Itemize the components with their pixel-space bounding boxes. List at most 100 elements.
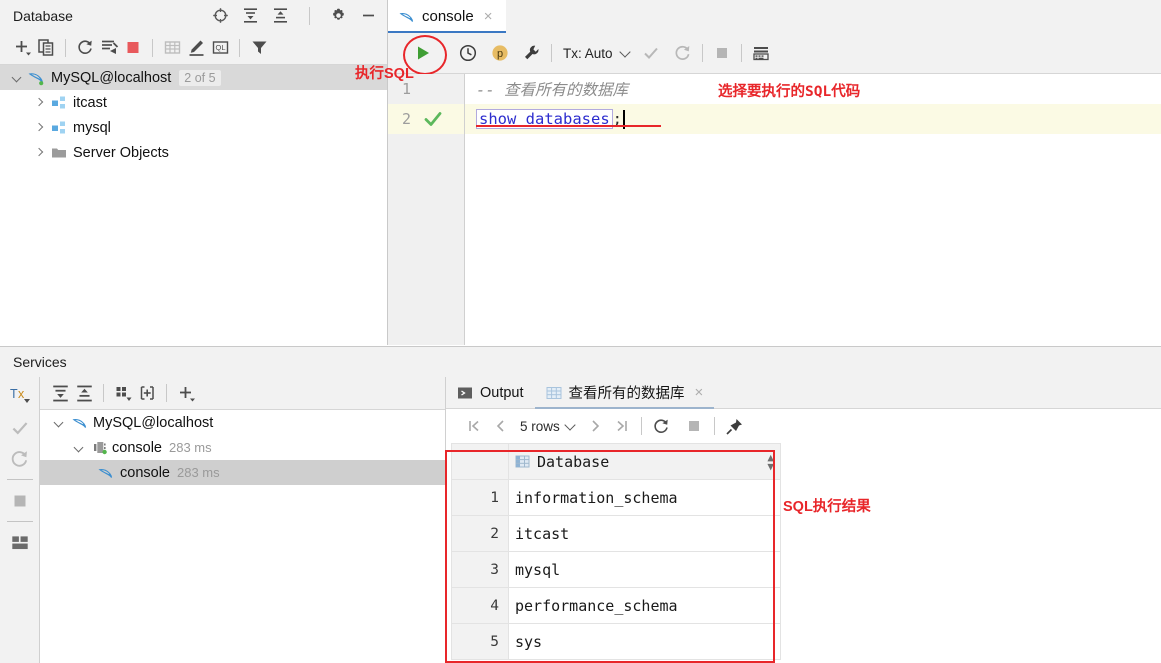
row-index: 2 [451, 515, 509, 552]
table-icon[interactable] [160, 36, 184, 60]
history-clock-icon[interactable] [456, 41, 480, 65]
profile-p-icon[interactable]: p [488, 41, 512, 65]
filter-icon[interactable] [247, 36, 271, 60]
service-node-mysql-localhost[interactable]: MySQL@localhost [40, 410, 445, 435]
pin-icon[interactable] [722, 413, 748, 439]
row-value[interactable]: itcast [508, 515, 781, 552]
last-page-icon [608, 413, 634, 439]
row-value[interactable]: performance_schema [508, 587, 781, 624]
tree-node-mysql[interactable]: mysql [0, 115, 387, 140]
chevron-right-icon[interactable] [32, 121, 46, 135]
close-icon[interactable]: × [484, 8, 493, 25]
services-panel-title: Services [13, 354, 67, 370]
tab-console[interactable]: console × [388, 0, 506, 33]
editor-divider-2 [701, 44, 703, 62]
row-value[interactable]: information_schema [508, 479, 781, 516]
add-plus-icon[interactable] [174, 381, 198, 405]
close-icon[interactable]: × [695, 384, 704, 401]
check-green-icon[interactable] [423, 109, 443, 129]
tx-dropdown-icon[interactable]: Tx [4, 381, 36, 412]
first-page-icon [462, 413, 488, 439]
service-node-console-query[interactable]: console 283 ms [40, 460, 445, 485]
tab-query-result[interactable]: 查看所有的数据库 × [534, 377, 715, 409]
code-line-2[interactable]: show databases; 选择要执行的SQL代码 [465, 84, 1161, 134]
chevron-right-icon[interactable] [32, 146, 46, 160]
table-row[interactable]: 2 itcast [451, 515, 781, 552]
grid-column-header-database[interactable]: Database ▲ ▼ [508, 443, 781, 480]
chevron-down-icon[interactable] [52, 416, 66, 430]
collapse-all-icon[interactable] [272, 7, 289, 24]
add-plus-icon[interactable] [10, 36, 34, 60]
database-tree[interactable]: MySQL@localhost 2 of 5 itcast mysql Serv… [0, 65, 387, 345]
grid-body[interactable]: 1 information_schema 2 itcast 3 mysql 4 … [451, 479, 781, 660]
data-editor-icon[interactable] [749, 41, 773, 65]
add-frame-icon[interactable] [135, 381, 159, 405]
sql-comment: -- 查看所有的数据库 [476, 81, 628, 99]
run-script-icon[interactable] [97, 36, 121, 60]
tree-node-server-objects[interactable]: Server Objects [0, 140, 387, 165]
svg-text:x: x [18, 387, 25, 401]
results-grid-wrapper[interactable]: Database ▲ ▼ 1 information_schema 2 itca… [451, 443, 1161, 663]
edit-pencil-icon[interactable] [184, 36, 208, 60]
chevron-down-icon[interactable] [564, 418, 576, 431]
rail-divider-2 [6, 521, 33, 522]
sort-updown-icon[interactable]: ▲ ▼ [767, 452, 774, 472]
table-row[interactable]: 4 performance_schema [451, 587, 781, 624]
stop-icon[interactable] [121, 36, 145, 60]
editor-tabbar: console × [388, 0, 1161, 33]
next-page-icon [582, 413, 608, 439]
service-node-label: console [120, 464, 170, 481]
settings-gear-icon[interactable] [330, 7, 347, 24]
minimize-icon[interactable] [360, 7, 377, 24]
query-ql-icon[interactable]: QL [208, 36, 232, 60]
table-row[interactable]: 3 mysql [451, 551, 781, 588]
service-node-label: MySQL@localhost [93, 414, 214, 431]
row-value[interactable]: sys [508, 623, 781, 660]
table-row[interactable]: 1 information_schema [451, 479, 781, 516]
chevron-right-icon[interactable] [32, 96, 46, 110]
header-divider [309, 6, 310, 25]
connection-icon [92, 439, 109, 456]
svg-text:p: p [497, 48, 503, 60]
annotation-select-sql: 选择要执行的SQL代码 [718, 84, 861, 100]
sql-red-underline [476, 125, 661, 127]
tx-mode-label[interactable]: Tx: Auto [563, 46, 613, 61]
chevron-down-icon[interactable] [72, 441, 86, 455]
table-row[interactable]: 5 sys [451, 623, 781, 660]
chevron-down-icon[interactable] [618, 45, 631, 58]
commit-check-icon [639, 41, 663, 65]
mysql-dolphin-icon [98, 465, 114, 481]
layout-icon[interactable] [4, 527, 36, 558]
results-grid[interactable]: Database ▲ ▼ 1 information_schema 2 itca… [451, 443, 781, 660]
service-node-console-session[interactable]: console 283 ms [40, 435, 445, 460]
editor-gutter[interactable]: 1 2 [388, 74, 465, 345]
duplicate-icon[interactable] [34, 36, 58, 60]
database-panel-header: Database [0, 0, 387, 31]
tree-node-mysql-localhost[interactable]: MySQL@localhost 2 of 5 [0, 65, 387, 90]
tree-node-itcast[interactable]: itcast [0, 90, 387, 115]
expand-all-icon[interactable] [242, 7, 259, 24]
chevron-down-icon[interactable] [10, 71, 24, 85]
editor-code-area[interactable]: -- 查看所有的数据库 show databases; 选择要执行的SQL代码 [465, 74, 1161, 345]
rollback-icon [671, 41, 695, 65]
services-tree[interactable]: MySQL@localhost console 283 ms console 2… [40, 410, 445, 485]
expand-all-icon[interactable] [48, 381, 72, 405]
reload-icon[interactable] [649, 413, 675, 439]
row-value[interactable]: mysql [508, 551, 781, 588]
tab-label: 查看所有的数据库 [568, 386, 685, 402]
rows-count-label[interactable]: 5 rows [520, 419, 560, 434]
services-divider-2 [166, 384, 167, 402]
wrench-icon[interactable] [520, 41, 544, 65]
results-divider-1 [640, 417, 642, 435]
tab-output[interactable]: Output [446, 377, 535, 408]
group-by-icon[interactable] [111, 381, 135, 405]
collapse-all-icon[interactable] [72, 381, 96, 405]
editor-body[interactable]: 1 2 -- 查看所有的数据库 show databases; 选择要执行的SQ… [388, 74, 1161, 345]
services-side-rail: Tx [0, 377, 40, 663]
toolbar-divider-3 [239, 38, 240, 57]
annotation-run-sql: 执行SQL [355, 66, 414, 82]
locate-target-icon[interactable] [212, 7, 229, 24]
refresh-icon[interactable] [73, 36, 97, 60]
tree-node-label: mysql [73, 119, 111, 136]
tab-label: Output [480, 384, 524, 401]
